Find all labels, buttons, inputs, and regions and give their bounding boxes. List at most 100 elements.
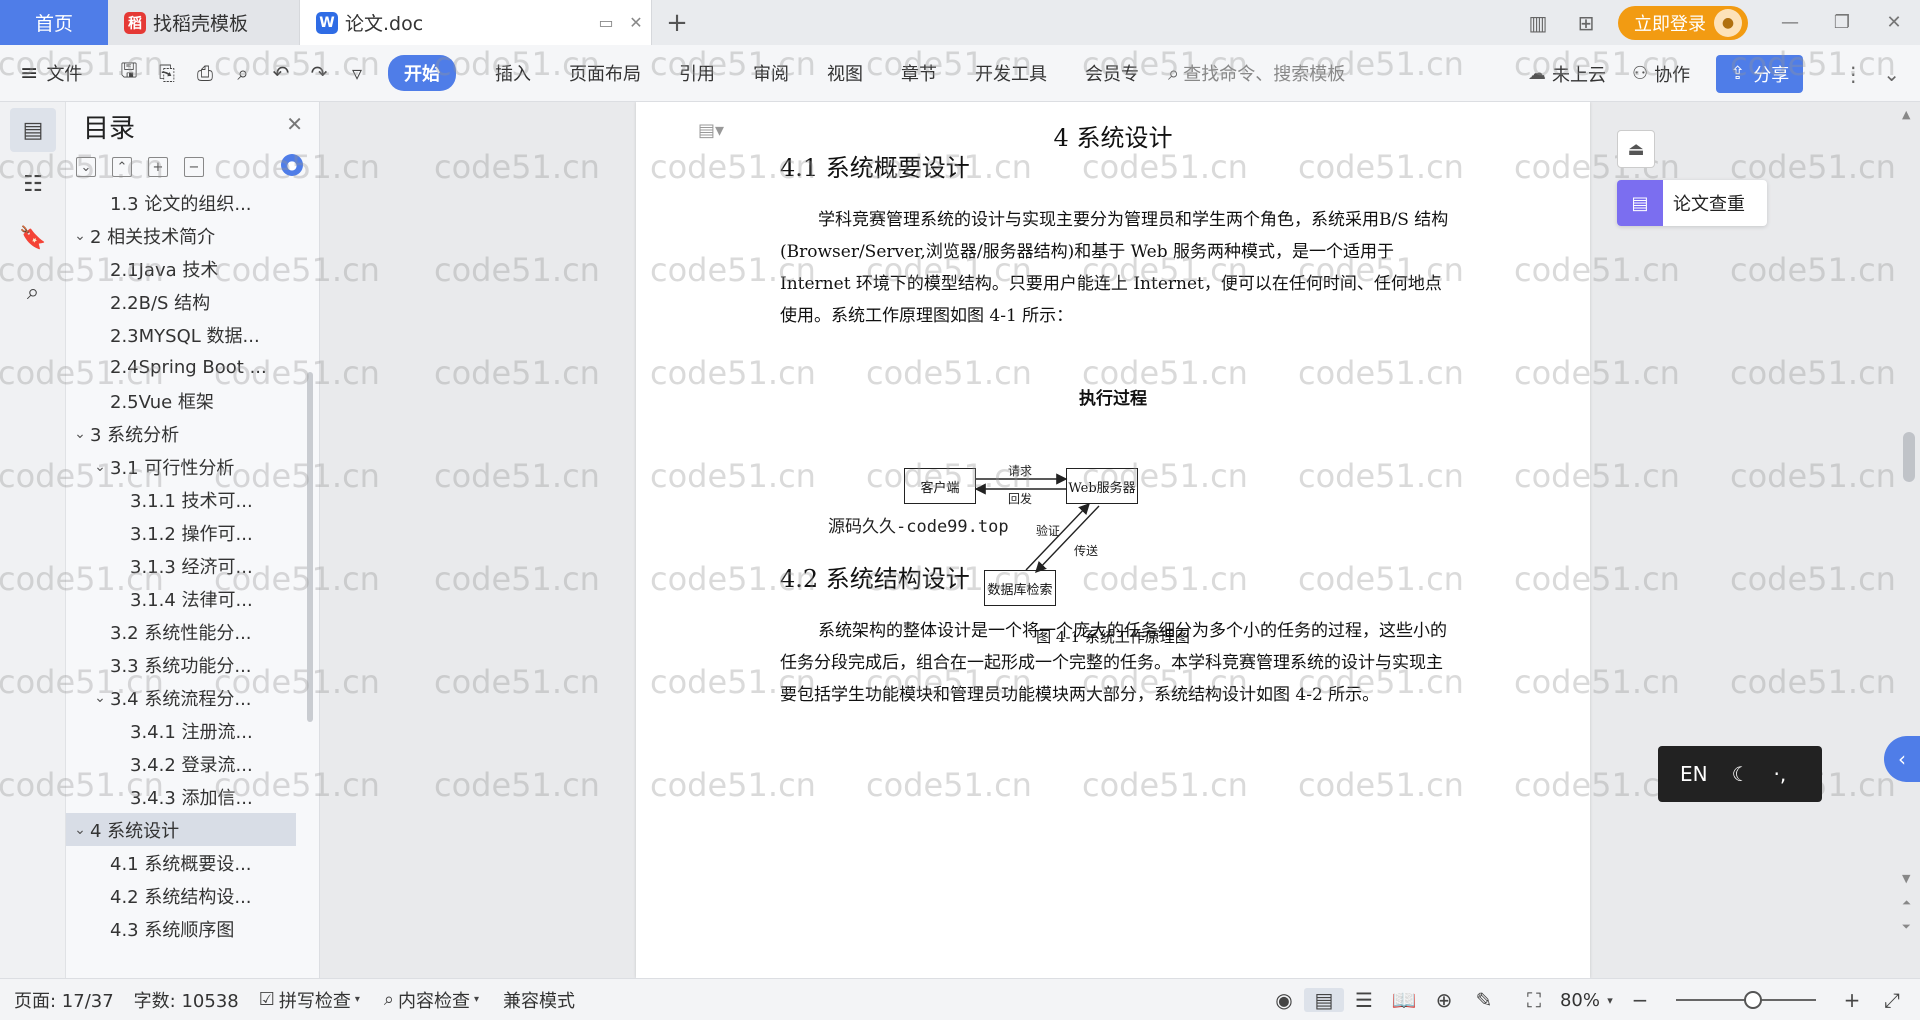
toc-item[interactable]: 2.5Vue 框架 [66,384,296,417]
toc-item[interactable]: ⌄ 3 系统分析 [66,417,296,450]
toc-item[interactable]: ⌄ 4 系统设计 [66,813,296,846]
zoom-out-icon[interactable]: − [1620,988,1660,1012]
toc-item[interactable]: 3.4.3 添加信... [66,780,296,813]
fullscreen-icon[interactable]: ⤢ [1872,988,1912,1012]
next-page-icon[interactable]: ⏷ [1902,920,1911,934]
tab-view[interactable]: 视图 [808,60,882,86]
export-pdf-icon[interactable]: ⎘ [148,61,186,85]
punctuation-icon[interactable]: ·, [1774,762,1787,786]
toc-item[interactable]: 4.3 系统顺序图 [66,912,296,945]
toc-item[interactable]: 3.3 系统功能分... [66,648,296,681]
toc-item[interactable]: 1.3 论文的组织... [66,186,296,219]
print-preview-icon[interactable]: ⌕ [224,61,262,85]
toc-item[interactable]: ⌄ 2 相关技术简介 [66,219,296,252]
chevron-down-icon[interactable]: ⌄ [70,426,90,442]
ime-toolbar[interactable]: EN ☾ ·, [1658,746,1822,802]
toc-scrollbar[interactable] [307,372,313,722]
tab-developer[interactable]: 开发工具 [956,60,1066,86]
scroll-down-icon[interactable]: ▼ [1902,872,1910,885]
layout-icon[interactable]: ▥ [1514,11,1562,35]
zoom-in-icon[interactable]: + [1832,988,1872,1012]
redo-icon[interactable]: ↷ [300,61,338,85]
prev-page-icon[interactable]: ⏶ [1902,896,1911,910]
document-page[interactable]: ▤▾ 4 系统设计 4.1 系统概要设计 学科竞赛管理系统的设计与实现主要分为管… [636,102,1590,978]
toc-item[interactable]: 4.1 系统概要设... [66,846,296,879]
outline-icon[interactable]: ☷ [10,162,56,206]
zoom-level[interactable]: 80% [1560,990,1600,1011]
share-button[interactable]: ⇪ 分享 [1716,54,1804,93]
toc-item[interactable]: ⌄ 3.1 可行性分析 [66,450,296,483]
scroll-up-icon[interactable]: ▲ [1902,108,1910,121]
page-view-icon[interactable]: ▤ [1303,988,1344,1012]
scroll-thumb[interactable] [1903,432,1915,482]
tab-docer-templates[interactable]: 稻 找稻壳模板 [108,0,300,45]
tab-member[interactable]: 会员专 [1066,60,1158,86]
moon-icon[interactable]: ☾ [1732,762,1750,786]
fit-page-icon[interactable]: ⛶ [1514,988,1554,1012]
tab-document[interactable]: W 论文.doc ▭ ✕ [300,0,652,45]
cloud-status-button[interactable]: ☁ 未上云 [1528,61,1606,87]
tab-home-ribbon[interactable]: 开始 [388,55,456,91]
chevron-down-icon[interactable]: ⌄ [90,690,110,706]
toc-item[interactable]: 3.1.4 法律可... [66,582,296,615]
command-search[interactable]: ⌕ 查找命令、搜索模板 [1168,60,1345,86]
remove-heading-icon[interactable]: − [184,157,204,177]
web-view-icon[interactable]: ⊕ [1424,988,1464,1012]
content-check-button[interactable]: ⌕ 内容检查 ▾ [384,987,483,1013]
chevron-down-icon[interactable]: ⌄ [70,822,90,838]
eye-protect-icon[interactable]: ◉ [1264,988,1304,1012]
toc-item[interactable]: 3.1.3 经济可... [66,549,296,582]
apps-grid-icon[interactable]: ⊞ [1562,11,1610,35]
read-view-icon[interactable]: 📖 [1384,988,1424,1012]
chevron-down-icon[interactable]: ⌄ [70,228,90,244]
file-menu[interactable]: ≡ 文件 [0,60,100,86]
add-heading-icon[interactable]: + [148,157,168,177]
close-icon[interactable]: ✕ [286,112,303,136]
toc-item[interactable]: 4.2 系统结构设... [66,879,296,912]
toc-item[interactable]: 2.3MYSQL 数据... [66,318,296,351]
collapse-panel-icon[interactable]: ⏏ [1617,130,1655,168]
zoom-slider[interactable] [1676,991,1816,1009]
plagiarism-check-button[interactable]: ▤ 论文查重 [1617,180,1767,226]
toc-item[interactable]: 3.1.1 技术可... [66,483,296,516]
print-icon[interactable]: ⎙ [186,61,224,85]
undo-icon[interactable]: ↶ [262,61,300,85]
collapse-ribbon-icon[interactable]: ⌄ [1883,62,1900,86]
zoom-knob[interactable] [1744,991,1762,1009]
spell-check-button[interactable]: ☑ 拼写检查 ▾ [259,987,364,1013]
new-tab-button[interactable]: + [652,0,702,45]
bookmark-icon[interactable]: 🔖 [10,216,56,260]
page-indicator[interactable]: 页面: 17/37 [14,987,114,1013]
toc-panel-icon[interactable]: ▤ [10,108,56,152]
toc-item[interactable]: 3.4.2 登录流... [66,747,296,780]
minimize-icon[interactable]: — [1764,12,1816,33]
tab-references[interactable]: 引用 [660,60,734,86]
toc-item[interactable]: 2.1Java 技术 [66,252,296,285]
tab-insert[interactable]: 插入 [476,60,550,86]
tab-page-layout[interactable]: 页面布局 [550,60,660,86]
close-tab-icon[interactable]: ✕ [621,13,651,32]
toc-item[interactable]: 2.4Spring Boot ... [66,351,296,384]
find-icon[interactable]: ⌕ [10,270,56,314]
toc-item[interactable]: 3.4.1 注册流... [66,714,296,747]
tab-home[interactable]: 首页 [0,0,108,45]
toc-item[interactable]: 3.2 系统性能分... [66,615,296,648]
chevron-down-icon[interactable]: ⌄ [90,459,110,475]
toc-item[interactable]: 3.1.2 操作可... [66,516,296,549]
restore-icon[interactable]: ❐ [1816,12,1868,33]
outline-view-icon[interactable]: ☰ [1344,988,1384,1012]
toc-item[interactable]: 2.2B/S 结构 [66,285,296,318]
word-count[interactable]: 字数: 10538 [134,987,239,1013]
write-view-icon[interactable]: ✎ [1464,988,1504,1012]
vertical-scrollbar[interactable]: ▲ ▼ ⏶ ⏷ [1898,102,1920,978]
zoom-chevron-icon[interactable]: ▾ [1600,994,1620,1007]
tab-section[interactable]: 章节 [882,60,956,86]
toc-item[interactable]: ⌄ 3.4 系统流程分... [66,681,296,714]
login-button[interactable]: 立即登录 ● [1618,5,1748,40]
more-options-icon[interactable]: ⋮ [1843,62,1863,86]
window-popout-icon[interactable]: ▭ [591,13,621,32]
tab-review[interactable]: 审阅 [734,60,808,86]
collapse-all-icon[interactable]: ⌃ [112,157,132,177]
save-icon[interactable]: 🖫 [110,56,148,90]
expand-all-icon[interactable]: ⌄ [76,157,96,177]
